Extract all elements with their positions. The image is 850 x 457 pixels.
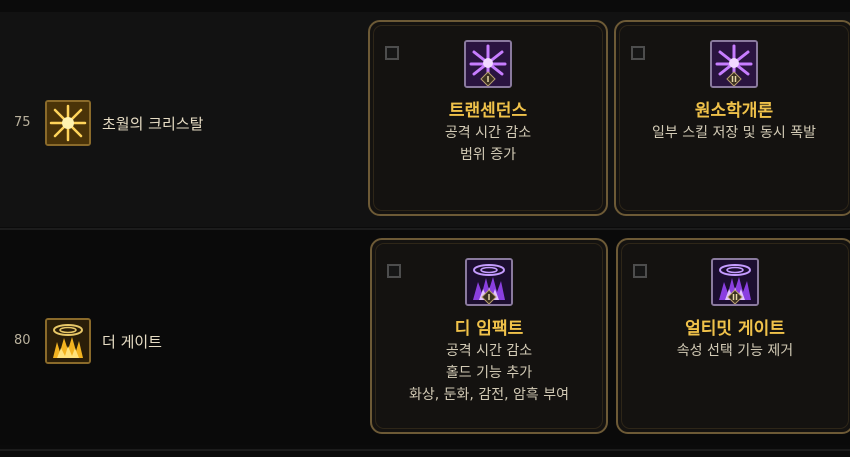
option-title: 원소학개론 xyxy=(694,101,774,121)
skill-level: 80 xyxy=(14,333,31,348)
gate-portal-icon xyxy=(465,258,513,306)
crystal-shards-icon xyxy=(710,40,758,88)
gate-portal-icon xyxy=(711,258,759,306)
numeral-ii-badge xyxy=(726,71,742,86)
option-description: 공격 시간 감소 홀드 기능 추가 화상, 둔화, 감전, 암흑 부여 xyxy=(409,343,569,403)
skill-name: 더 게이트 xyxy=(102,333,162,351)
option-title: 디 임팩트 xyxy=(454,319,524,339)
numeral-i-badge xyxy=(480,71,496,86)
skill-row-80: 80 더 게이트 디 임팩트 공격 시간 감소 홀드 기능 추가 화상, 둔화,… xyxy=(0,230,850,445)
option-description: 공격 시간 감소 범위 증가 xyxy=(444,125,532,163)
skill-name: 초월의 크리스탈 xyxy=(102,115,204,133)
option-checkbox[interactable] xyxy=(633,264,647,278)
gate-flame-icon xyxy=(45,318,91,364)
numeral-ii-badge xyxy=(727,289,743,304)
numeral-i-badge xyxy=(481,289,497,304)
option-card-elementalism[interactable]: 원소학개론 일부 스킬 저장 및 동시 폭발 xyxy=(614,20,850,216)
skill-level: 75 xyxy=(14,115,31,130)
option-description: 일부 스킬 저장 및 동시 폭발 xyxy=(652,125,816,141)
option-title: 트랜센던스 xyxy=(448,101,528,121)
option-card-the-impact[interactable]: 디 임팩트 공격 시간 감소 홀드 기능 추가 화상, 둔화, 감전, 암흑 부… xyxy=(370,238,608,434)
row-divider xyxy=(0,449,850,451)
option-title: 얼티밋 게이트 xyxy=(685,319,785,339)
option-card-ultimate-gate[interactable]: 얼티밋 게이트 속성 선택 기능 제거 xyxy=(616,238,850,434)
option-checkbox[interactable] xyxy=(385,46,399,60)
skill-row-75: 75 초월의 크리스탈 트랜센던스 공격 시간 감소 범위 증가 원소학개론 일… xyxy=(0,12,850,227)
option-card-transcendence[interactable]: 트랜센던스 공격 시간 감소 범위 증가 xyxy=(368,20,608,216)
option-description: 속성 선택 기능 제거 xyxy=(676,343,794,359)
option-checkbox[interactable] xyxy=(387,264,401,278)
crystal-burst-icon xyxy=(45,100,91,146)
crystal-shards-icon xyxy=(464,40,512,88)
option-checkbox[interactable] xyxy=(631,46,645,60)
